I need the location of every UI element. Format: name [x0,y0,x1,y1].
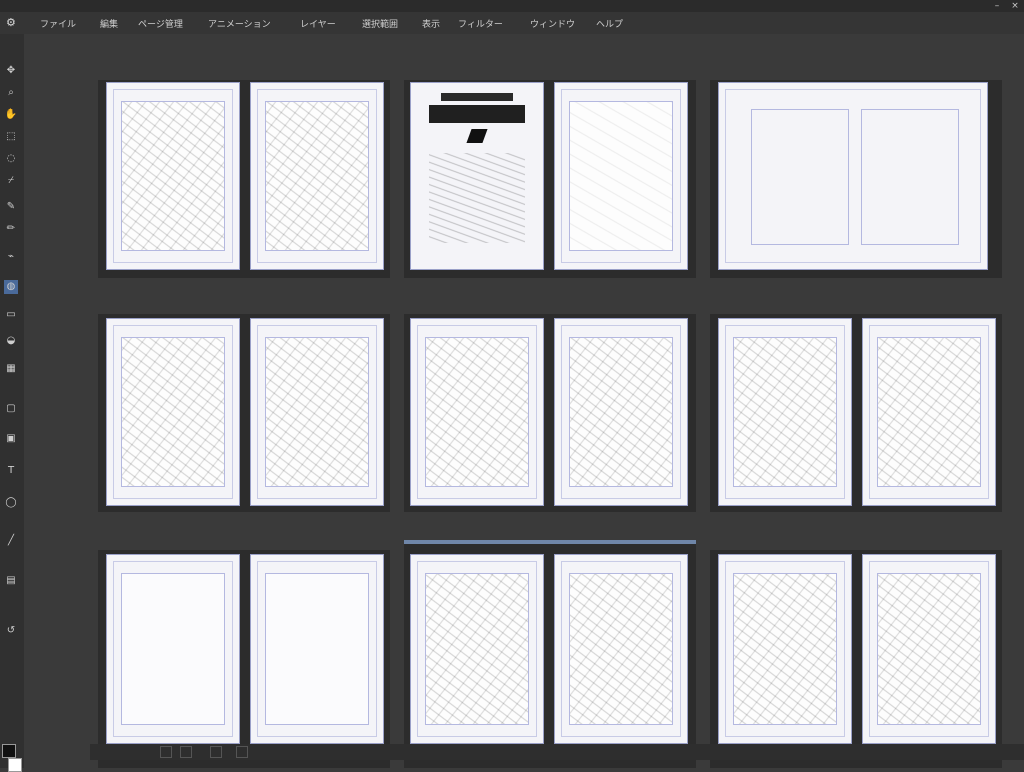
page-thumbnail[interactable] [718,318,852,506]
menu-file[interactable]: ファイル [40,17,76,30]
page-thumbnail-blank[interactable] [250,554,384,744]
page-thumbnail[interactable] [554,554,688,744]
status-bar [90,744,1024,760]
tool-palette: ✥ ⌕ ✋ ⬚ ◌ ⌿ ✎ ✏ ⌁ ◍ ▭ ◒ ▦ ▢ ▣ T ◯ ╱ ▤ ↺ [0,34,24,772]
page-thumbnail[interactable] [862,554,996,744]
gradient-tool-icon[interactable]: ▦ [4,362,18,376]
fill-tool-icon[interactable]: ◒ [4,334,18,348]
select-tool-icon[interactable]: ⬚ [4,130,18,144]
correct-tool-icon[interactable]: ↺ [4,624,18,638]
lasso-tool-icon[interactable]: ◌ [4,152,18,166]
menu-help[interactable]: ヘルプ [596,17,623,30]
text-tool-icon[interactable]: T [4,464,18,478]
page-thumbnail[interactable] [718,554,852,744]
balloon-tool-icon[interactable]: ◯ [4,496,18,510]
page-thumbnail[interactable] [410,554,544,744]
page-thumbnail[interactable] [554,82,688,270]
page-thumbnail[interactable] [250,82,384,270]
fit-page-icon[interactable] [210,746,222,758]
move-tool-icon[interactable]: ✥ [4,64,18,78]
foreground-color-swatch[interactable] [2,744,16,758]
shape-tool-icon[interactable]: ▢ [4,402,18,416]
eraser-tool-icon[interactable]: ▭ [4,308,18,322]
page-thumbnail-blank-spread[interactable] [718,82,988,270]
ruler-tool-icon[interactable]: ▤ [4,574,18,588]
page-thumbnail[interactable] [250,318,384,506]
menu-page[interactable]: ページ管理 [138,17,183,30]
page-frame-left [751,109,849,245]
close-icon[interactable]: × [1008,0,1022,12]
page-thumbnail[interactable] [862,318,996,506]
zoom-out-icon[interactable] [160,746,172,758]
zoom-tool-icon[interactable]: ⌕ [4,86,18,100]
brush-tool-icon[interactable]: ⌁ [4,250,18,264]
page-thumbnail[interactable] [410,318,544,506]
page-thumbnail[interactable] [106,82,240,270]
page-frame-right [861,109,959,245]
rotate-view-icon[interactable] [236,746,248,758]
app-logo-icon[interactable]: ⚙ [6,16,20,30]
menu-selection[interactable]: 選択範囲 [362,17,398,30]
zoom-in-icon[interactable] [180,746,192,758]
frame-tool-icon[interactable]: ▣ [4,432,18,446]
eyedropper-tool-icon[interactable]: ⌿ [4,174,18,188]
menu-layer[interactable]: レイヤー [300,17,336,30]
airbrush-tool-icon[interactable]: ◍ [4,280,18,294]
line-tool-icon[interactable]: ╱ [4,534,18,548]
menu-animation[interactable]: アニメーション [208,17,271,30]
pencil-tool-icon[interactable]: ✏ [4,222,18,236]
page-thumbnail-blank[interactable] [106,554,240,744]
background-color-swatch[interactable] [8,758,22,772]
title-bar: – × [0,0,1024,12]
pen-tool-icon[interactable]: ✎ [4,200,18,214]
page-manager-canvas [24,34,1024,768]
page-thumbnail[interactable] [106,318,240,506]
page-thumbnail[interactable] [554,318,688,506]
menu-window[interactable]: ウィンドウ [530,17,575,30]
menu-edit[interactable]: 編集 [100,17,118,30]
page-thumbnail-cover[interactable] [410,82,544,270]
hand-tool-icon[interactable]: ✋ [4,108,18,122]
menu-view[interactable]: 表示 [422,17,440,30]
menu-filter[interactable]: フィルター [458,17,503,30]
minimize-icon[interactable]: – [990,0,1004,12]
menu-bar: ⚙ ファイル 編集 ページ管理 アニメーション レイヤー 選択範囲 表示 フィル… [0,12,1024,34]
